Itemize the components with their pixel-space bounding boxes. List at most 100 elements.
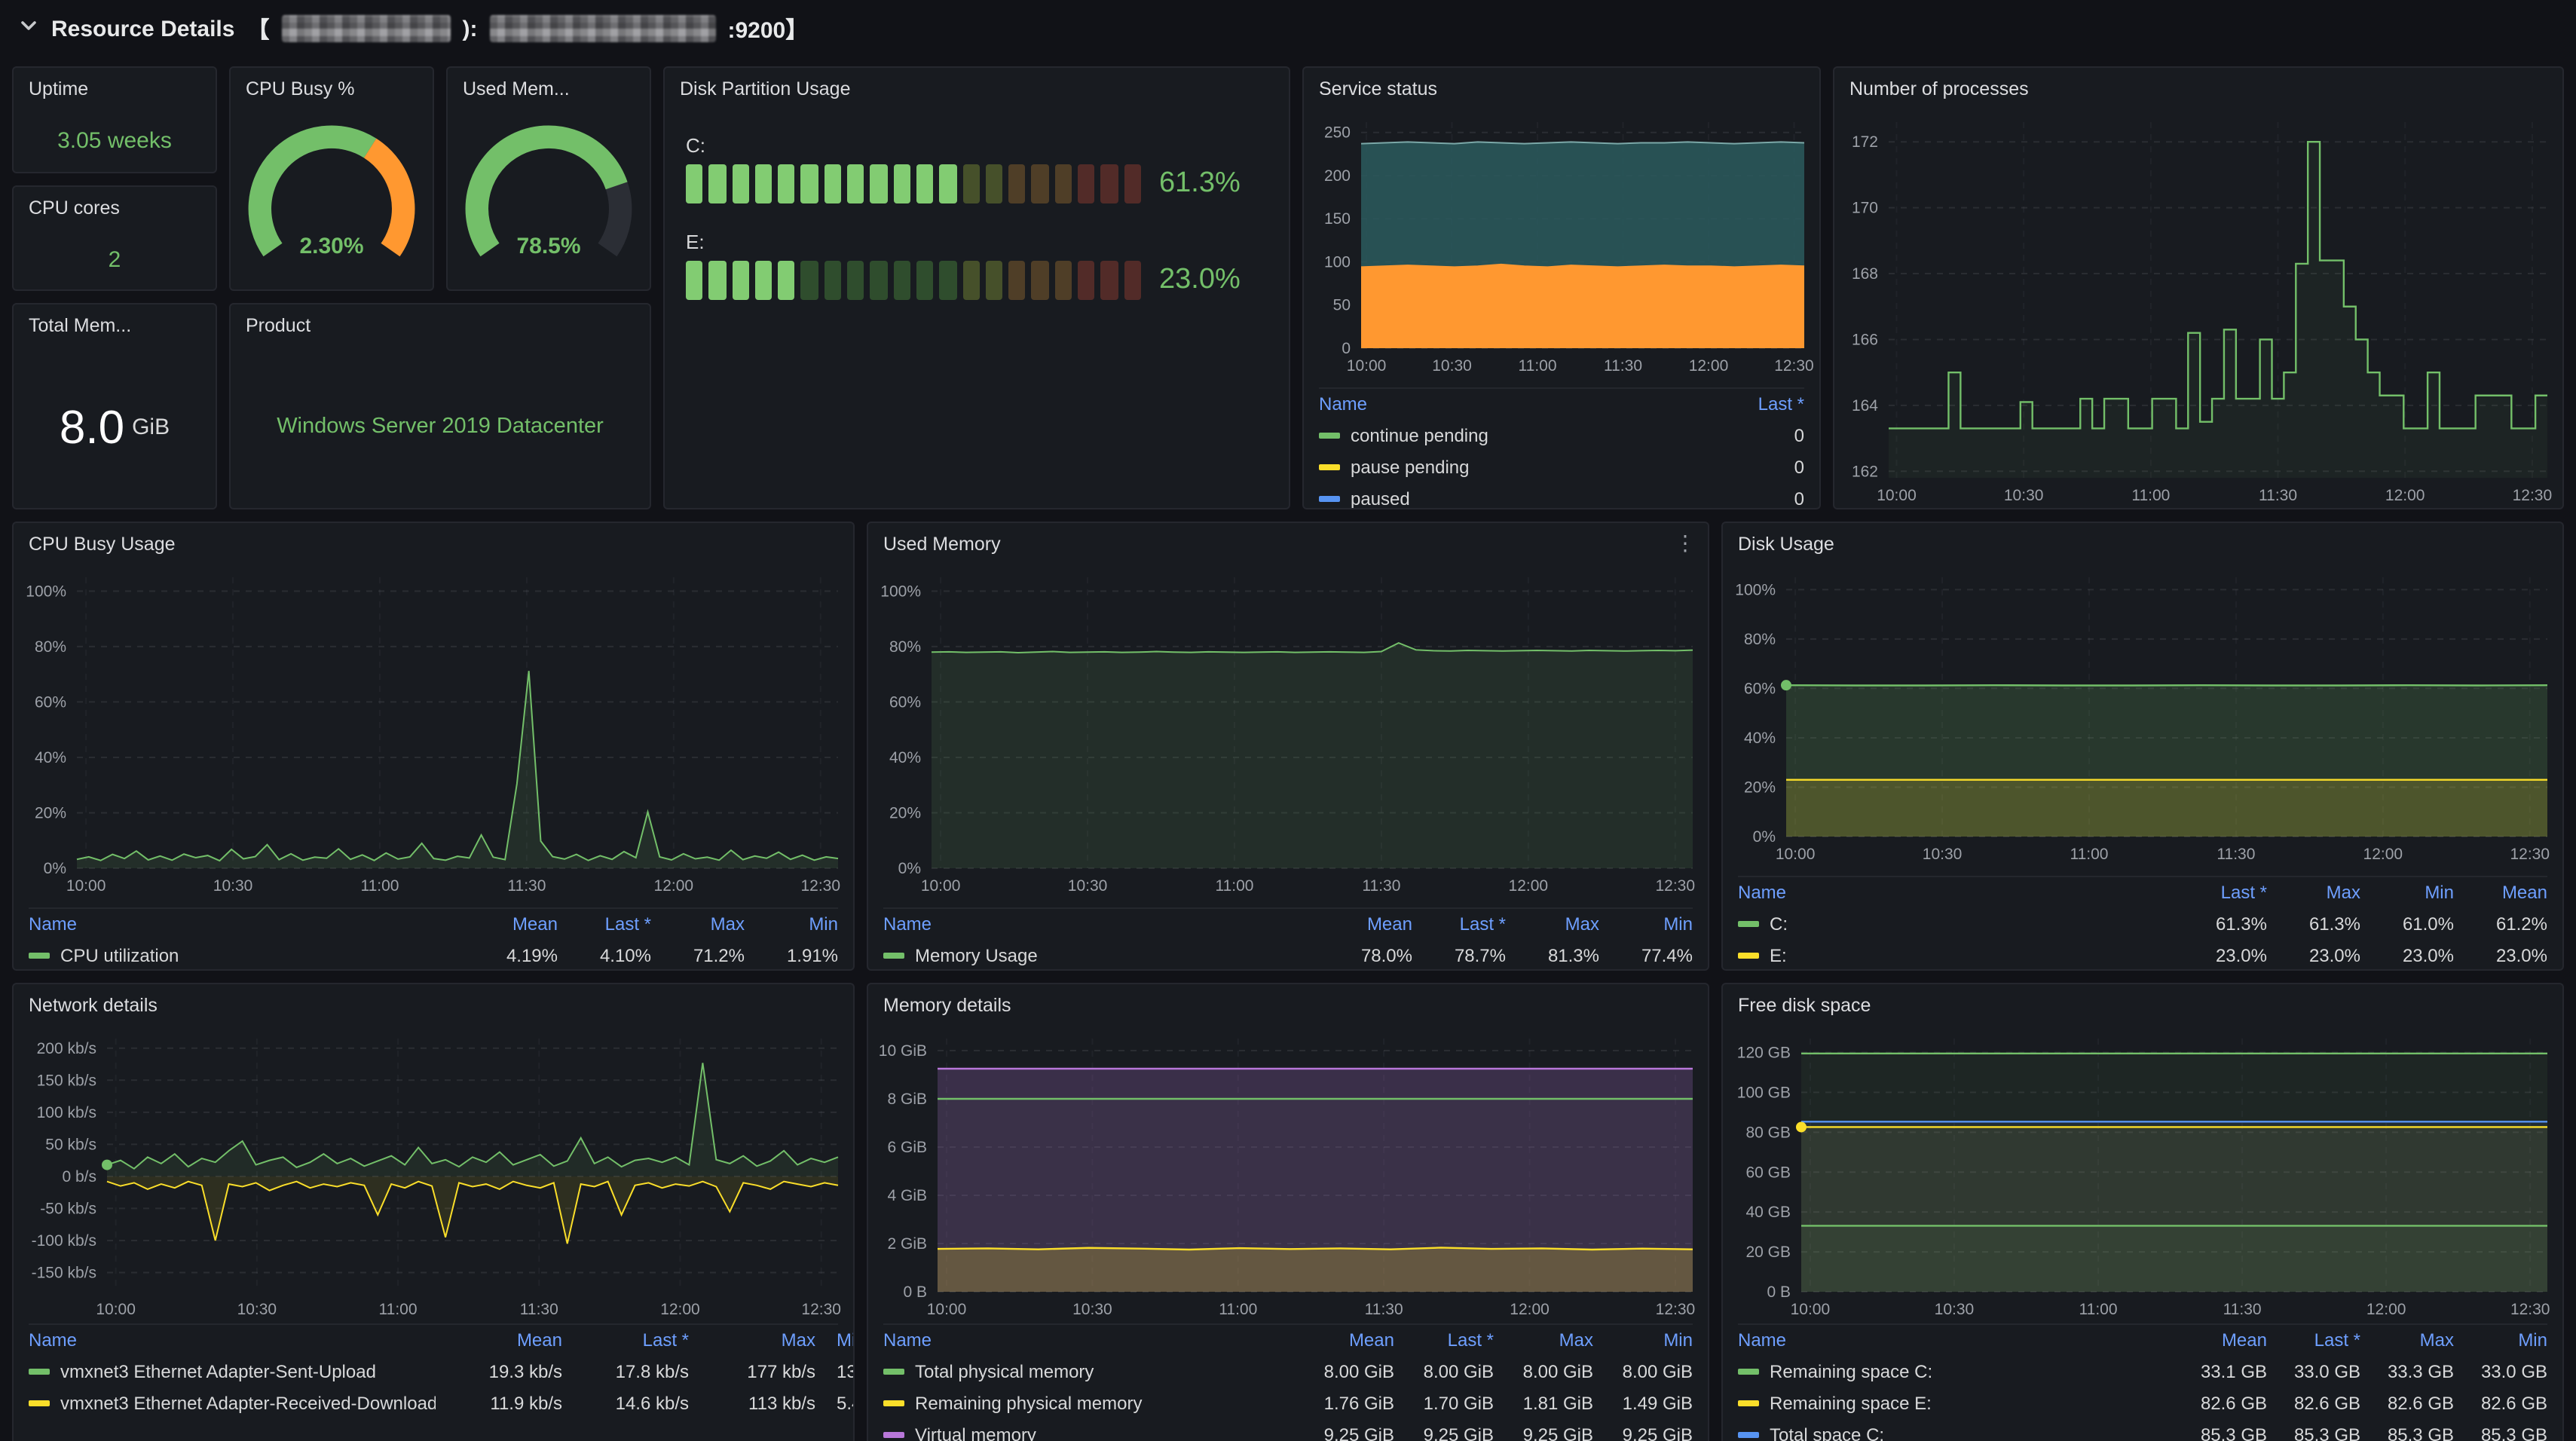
legend-col[interactable]: Min (2360, 882, 2454, 903)
legend-row[interactable]: Memory Usage78.0%78.7%81.3%77.4% (883, 939, 1693, 969)
panel-title[interactable]: Number of processes (1834, 68, 2562, 110)
service-status-chart[interactable]: 05010015020025010:0010:3011:0011:3012:00… (1304, 110, 1819, 386)
panel-title[interactable]: Network details (14, 984, 853, 1026)
legend-col-name[interactable]: Name (1319, 393, 1714, 415)
legend-row[interactable]: paused0 (1319, 482, 1804, 508)
panel-title[interactable]: CPU cores (14, 187, 216, 229)
legend-col-name[interactable]: Name (883, 913, 1319, 935)
legend-row[interactable]: continue pending0 (1319, 419, 1804, 451)
panel-used-memory-gauge: Used Mem... 78.5% (446, 66, 651, 291)
network-chart[interactable]: 200 kb/s150 kb/s100 kb/s50 kb/s0 b/s-50 … (14, 1026, 853, 1322)
panel-title[interactable]: Total Mem... (14, 304, 216, 347)
bar-cell (916, 164, 934, 203)
svg-text:4 GiB: 4 GiB (887, 1187, 927, 1204)
panel-title[interactable]: Disk Partition Usage (665, 68, 1289, 110)
legend-col[interactable]: Mean (2454, 882, 2547, 903)
bar-cell (686, 164, 703, 203)
redacted-host-name (282, 15, 451, 42)
panel-title[interactable]: Used Memory (868, 523, 1708, 565)
panel-title[interactable]: CPU Busy Usage (14, 523, 853, 565)
legend-col[interactable]: Max (689, 1329, 815, 1351)
processes-chart[interactable]: 16216416616817017210:0010:3011:0011:3012… (1834, 110, 2562, 509)
panel-title[interactable]: CPU Busy % (231, 68, 433, 110)
legend-col[interactable]: Last * (558, 913, 651, 935)
bar-cell (1124, 261, 1141, 300)
legend-col[interactable]: Min (1593, 1329, 1693, 1351)
collapse-chevron-icon[interactable] (18, 14, 39, 43)
legend-col[interactable]: Max (2267, 882, 2360, 903)
legend-col[interactable]: Min (815, 1329, 853, 1351)
memory-details-chart[interactable]: 0 B2 GiB4 GiB6 GiB8 GiB10 GiB10:0010:301… (868, 1026, 1708, 1322)
panel-title[interactable]: Used Mem... (448, 68, 650, 110)
legend-col[interactable]: Last * (1394, 1329, 1494, 1351)
legend-row[interactable]: vmxnet3 Ethernet Adapter-Received-Downlo… (29, 1387, 838, 1418)
legend-col[interactable]: Last * (2174, 882, 2267, 903)
svg-text:6 GiB: 6 GiB (887, 1139, 927, 1156)
panel-disk-partition-usage: Disk Partition Usage C: 61.3% E: 23.0% (663, 66, 1290, 509)
legend-col[interactable]: Max (1494, 1329, 1593, 1351)
panel-total-memory: Total Mem... 8.0 GiB (12, 303, 217, 509)
legend-col-name[interactable]: Name (29, 1329, 436, 1351)
legend-row[interactable]: pause pending0 (1319, 451, 1804, 482)
legend-col[interactable]: Mean (1319, 913, 1412, 935)
panel-title[interactable]: Product (231, 304, 650, 347)
svg-text:11:00: 11:00 (1219, 1301, 1257, 1318)
svg-text:11:30: 11:30 (1362, 877, 1400, 895)
panel-title[interactable]: Uptime (14, 68, 216, 110)
redacted-host-address (490, 15, 716, 42)
panel-title[interactable]: Service status (1304, 68, 1819, 110)
panel-title[interactable]: Free disk space (1723, 984, 2562, 1026)
legend-col[interactable]: Last * (1714, 393, 1804, 415)
svg-text:11:30: 11:30 (1604, 357, 1642, 375)
legend-row[interactable]: vmxnet3 Ethernet Adapter-Sent-Upload19.3… (29, 1355, 838, 1387)
panel-title[interactable]: Memory details (868, 984, 1708, 1026)
legend-col[interactable]: Mean (1295, 1329, 1394, 1351)
svg-text:40%: 40% (1744, 730, 1776, 747)
legend-col[interactable]: Min (1599, 913, 1693, 935)
svg-text:10:30: 10:30 (213, 877, 253, 895)
legend-row[interactable]: Remaining space C:33.1 GB33.0 GB33.3 GB3… (1738, 1355, 2547, 1387)
bar-cell (1078, 261, 1095, 300)
legend-col[interactable]: Last * (2267, 1329, 2360, 1351)
legend-col[interactable]: Mean (2174, 1329, 2267, 1351)
legend-row[interactable]: Virtual memory9.25 GiB9.25 GiB9.25 GiB9.… (883, 1418, 1693, 1441)
legend-col[interactable]: Mean (464, 913, 558, 935)
svg-text:11:30: 11:30 (520, 1301, 558, 1318)
free-disk-chart[interactable]: 0 B20 GB40 GB60 GB80 GB100 GB120 GB10:00… (1723, 1026, 2562, 1322)
memory-details-legend: NameMeanLast *MaxMinTotal physical memor… (868, 1322, 1708, 1441)
legend-col[interactable]: Last * (1412, 913, 1506, 935)
cpu-busy-usage-chart[interactable]: 0%20%40%60%80%100%10:0010:3011:0011:3012… (14, 565, 853, 906)
legend-col-name[interactable]: Name (883, 1329, 1295, 1351)
legend-col[interactable]: Min (2454, 1329, 2547, 1351)
legend-row[interactable]: E:23.0%23.0%23.0%23.0% (1738, 939, 2547, 969)
legend-col-name[interactable]: Name (1738, 882, 2174, 903)
legend-col[interactable]: Max (2360, 1329, 2454, 1351)
panel-title[interactable]: Disk Usage (1723, 523, 2562, 565)
legend-col-name[interactable]: Name (1738, 1329, 2174, 1351)
used-memory-chart[interactable]: 0%20%40%60%80%100%10:0010:3011:0011:3012… (868, 565, 1708, 906)
panel-menu-icon[interactable]: ⋮ (1675, 532, 1696, 553)
legend-row[interactable]: CPU utilization4.19%4.10%71.2%1.91% (29, 939, 838, 969)
disk-usage-chart[interactable]: 0%20%40%60%80%100%10:0010:3011:0011:3012… (1723, 565, 2562, 874)
svg-text:60%: 60% (35, 693, 66, 711)
legend-col[interactable]: Max (651, 913, 745, 935)
svg-text:2.30%: 2.30% (299, 234, 363, 259)
legend-col[interactable]: Last * (562, 1329, 689, 1351)
svg-text:12:00: 12:00 (1510, 1301, 1550, 1318)
grafana-dashboard: Resource Details 【 ): :9200】 Uptime 3.05… (0, 0, 2576, 1441)
svg-text:11:30: 11:30 (1365, 1301, 1403, 1318)
legend-col[interactable]: Max (1506, 913, 1599, 935)
legend-row[interactable]: Remaining physical memory1.76 GiB1.70 Gi… (883, 1387, 1693, 1418)
legend-header: NameMeanLast *MaxMin (883, 1323, 1693, 1355)
legend-row[interactable]: Remaining space E:82.6 GB82.6 GB82.6 GB8… (1738, 1387, 2547, 1418)
svg-text:10:30: 10:30 (1068, 877, 1108, 895)
svg-text:0: 0 (1342, 340, 1351, 357)
legend-row[interactable]: Total physical memory8.00 GiB8.00 GiB8.0… (883, 1355, 1693, 1387)
legend-col[interactable]: Min (745, 913, 838, 935)
legend-col[interactable]: Mean (436, 1329, 562, 1351)
legend-row[interactable]: C:61.3%61.3%61.0%61.2% (1738, 907, 2547, 939)
bar-cell (1124, 164, 1141, 203)
legend-row[interactable]: Total space C:85.3 GB85.3 GB85.3 GB85.3 … (1738, 1418, 2547, 1441)
legend-col-name[interactable]: Name (29, 913, 464, 935)
row-title[interactable]: Resource Details (51, 16, 234, 41)
